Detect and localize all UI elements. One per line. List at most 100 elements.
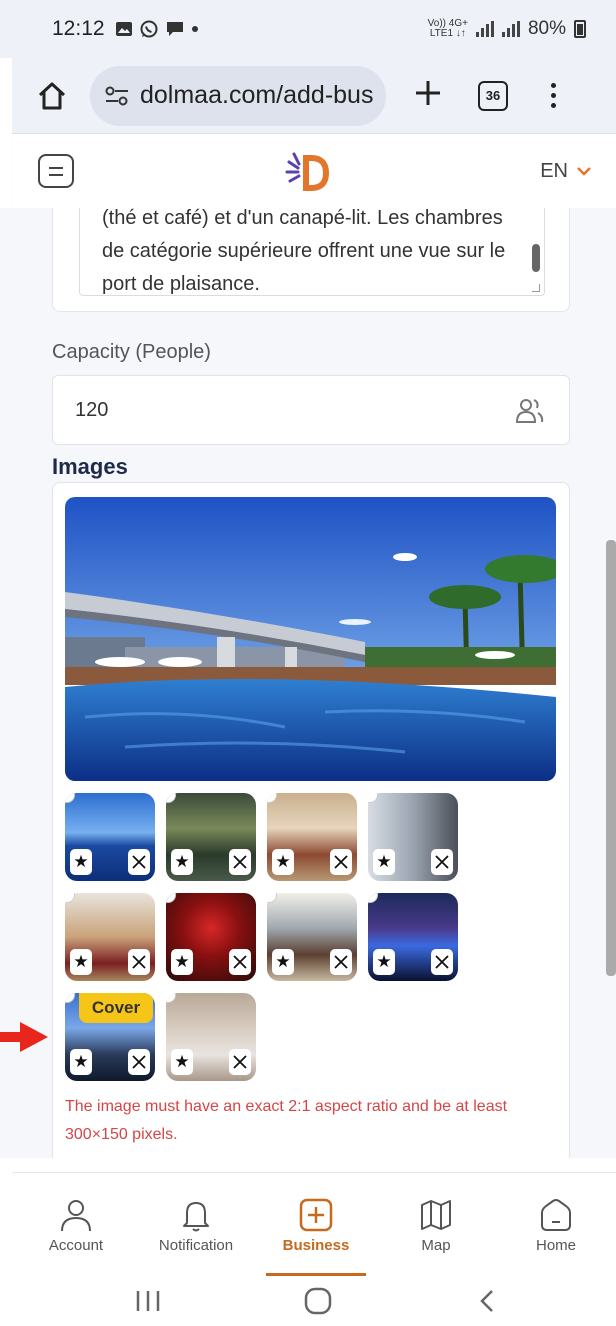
image-thumbnail[interactable]: ★ [166, 993, 256, 1081]
site-settings-icon[interactable] [104, 85, 130, 107]
status-time: 12:12 [52, 17, 105, 40]
add-box-icon [299, 1198, 333, 1232]
set-cover-button[interactable]: ★ [171, 849, 193, 875]
images-uploader: ★ ★ ★ ★ ★ ★ ★ ★ Cover ★ ★ The image must… [52, 482, 570, 1158]
home-icon [541, 1199, 571, 1231]
close-icon [334, 955, 348, 969]
image-error-message: The image must have an exact 2:1 aspect … [65, 1098, 508, 1143]
browser-home-button[interactable] [32, 76, 72, 116]
remove-image-button[interactable] [128, 1049, 150, 1075]
set-cover-button[interactable]: ★ [70, 1049, 92, 1075]
chevron-down-icon [577, 167, 591, 176]
capacity-input[interactable]: 120 [52, 375, 570, 445]
capacity-value: 120 [75, 398, 109, 421]
signal-icon-2 [501, 21, 520, 37]
close-icon [132, 1055, 146, 1069]
menu-toggle-button[interactable] [38, 154, 74, 188]
set-cover-button[interactable]: ★ [373, 949, 395, 975]
cover-image-thumbnail[interactable]: Cover ★ [65, 993, 155, 1081]
message-icon [166, 22, 183, 36]
browser-toolbar: dolmaa.com/add-bus 36 [12, 58, 616, 134]
capacity-label: Capacity (People) [52, 341, 211, 363]
browser-menu-button[interactable] [548, 83, 558, 108]
image-thumbnail[interactable]: ★ [368, 893, 458, 981]
description-textarea[interactable]: (thé et café) et d'un canapé-lit. Les ch… [79, 208, 545, 296]
home-icon [38, 82, 66, 109]
remove-image-button[interactable] [229, 949, 251, 975]
home-nav-icon[interactable] [298, 1286, 338, 1316]
close-icon [435, 955, 449, 969]
status-notification-icons [115, 19, 199, 39]
set-cover-button[interactable]: ★ [373, 849, 395, 875]
close-icon [233, 1055, 247, 1069]
close-icon [334, 855, 348, 869]
plus-icon [416, 80, 440, 105]
remove-image-button[interactable] [229, 849, 251, 875]
status-bar: 12:12 Vo)) 4G+ LTE1 ↓↑ 80% [0, 0, 616, 58]
set-cover-button[interactable]: ★ [272, 849, 294, 875]
image-thumbnail[interactable]: ★ [368, 793, 458, 881]
whatsapp-icon [140, 20, 158, 38]
app-header: EN [12, 134, 616, 208]
tab-switcher-button[interactable]: 36 [478, 80, 508, 111]
remove-image-button[interactable] [128, 949, 150, 975]
business-form: (thé et café) et d'un canapé-lit. Les ch… [52, 208, 570, 1158]
remove-image-button[interactable] [330, 849, 352, 875]
gallery-icon [115, 22, 132, 36]
recent-apps-icon[interactable] [128, 1286, 168, 1316]
main-image-preview[interactable] [65, 497, 556, 781]
set-cover-button[interactable]: ★ [70, 949, 92, 975]
red-arrow-icon [0, 1022, 48, 1052]
set-cover-button[interactable]: ★ [171, 1049, 193, 1075]
system-navigation-bar [0, 1276, 616, 1326]
pool-photo [65, 497, 556, 781]
remove-image-button[interactable] [229, 1049, 251, 1075]
remove-image-button[interactable] [431, 949, 453, 975]
url-text: dolmaa.com/add-bus [140, 81, 374, 109]
image-thumbnail[interactable]: ★ [166, 793, 256, 881]
image-thumbnail[interactable]: ★ [267, 893, 357, 981]
image-thumbnail[interactable]: ★ [65, 793, 155, 881]
battery-icon [574, 20, 586, 38]
dot-icon [191, 26, 198, 32]
back-icon[interactable] [468, 1286, 508, 1316]
language-selector[interactable]: EN [540, 160, 592, 183]
map-icon [421, 1200, 451, 1230]
description-text: (thé et café) et d'un canapé-lit. Les ch… [102, 208, 506, 295]
image-thumbnail[interactable]: ★ [65, 893, 155, 981]
close-icon [233, 855, 247, 869]
remove-image-button[interactable] [431, 849, 453, 875]
user-icon [61, 1200, 91, 1232]
close-icon [233, 955, 247, 969]
close-icon [435, 855, 449, 869]
address-bar[interactable]: dolmaa.com/add-bus [90, 65, 386, 126]
bell-icon [183, 1202, 209, 1232]
nav-notification[interactable]: Notification [141, 1173, 251, 1277]
nav-account[interactable]: Account [21, 1173, 131, 1277]
textarea-resize-handle[interactable] [532, 284, 540, 292]
image-thumbnail[interactable]: ★ [267, 793, 357, 881]
new-tab-button[interactable] [408, 76, 448, 116]
set-cover-button[interactable]: ★ [171, 949, 193, 975]
status-system-icons: Vo)) 4G+ LTE1 ↓↑ 80% [428, 18, 586, 40]
description-section: (thé et café) et d'un canapé-lit. Les ch… [52, 208, 570, 312]
close-icon [132, 955, 146, 969]
nav-business[interactable]: Business [261, 1173, 371, 1277]
signal-icon [475, 21, 494, 37]
people-icon [515, 399, 544, 423]
form-content: (thé et café) et d'un canapé-lit. Les ch… [0, 208, 616, 1158]
nav-home[interactable]: Home [501, 1173, 611, 1277]
battery-percent: 80% [527, 18, 566, 39]
remove-image-button[interactable] [330, 949, 352, 975]
image-thumbnail[interactable]: ★ [166, 893, 256, 981]
network-indicator: Vo)) 4G+ LTE1 ↓↑ [427, 18, 468, 39]
set-cover-button[interactable]: ★ [272, 949, 294, 975]
nav-map[interactable]: Map [381, 1173, 491, 1277]
textarea-scrollbar[interactable] [532, 244, 540, 272]
close-icon [132, 855, 146, 869]
set-cover-button[interactable]: ★ [70, 849, 92, 875]
cover-badge: Cover [79, 993, 153, 1023]
remove-image-button[interactable] [128, 849, 150, 875]
dolmaa-logo[interactable] [284, 148, 330, 194]
page-scrollbar[interactable] [606, 540, 616, 976]
